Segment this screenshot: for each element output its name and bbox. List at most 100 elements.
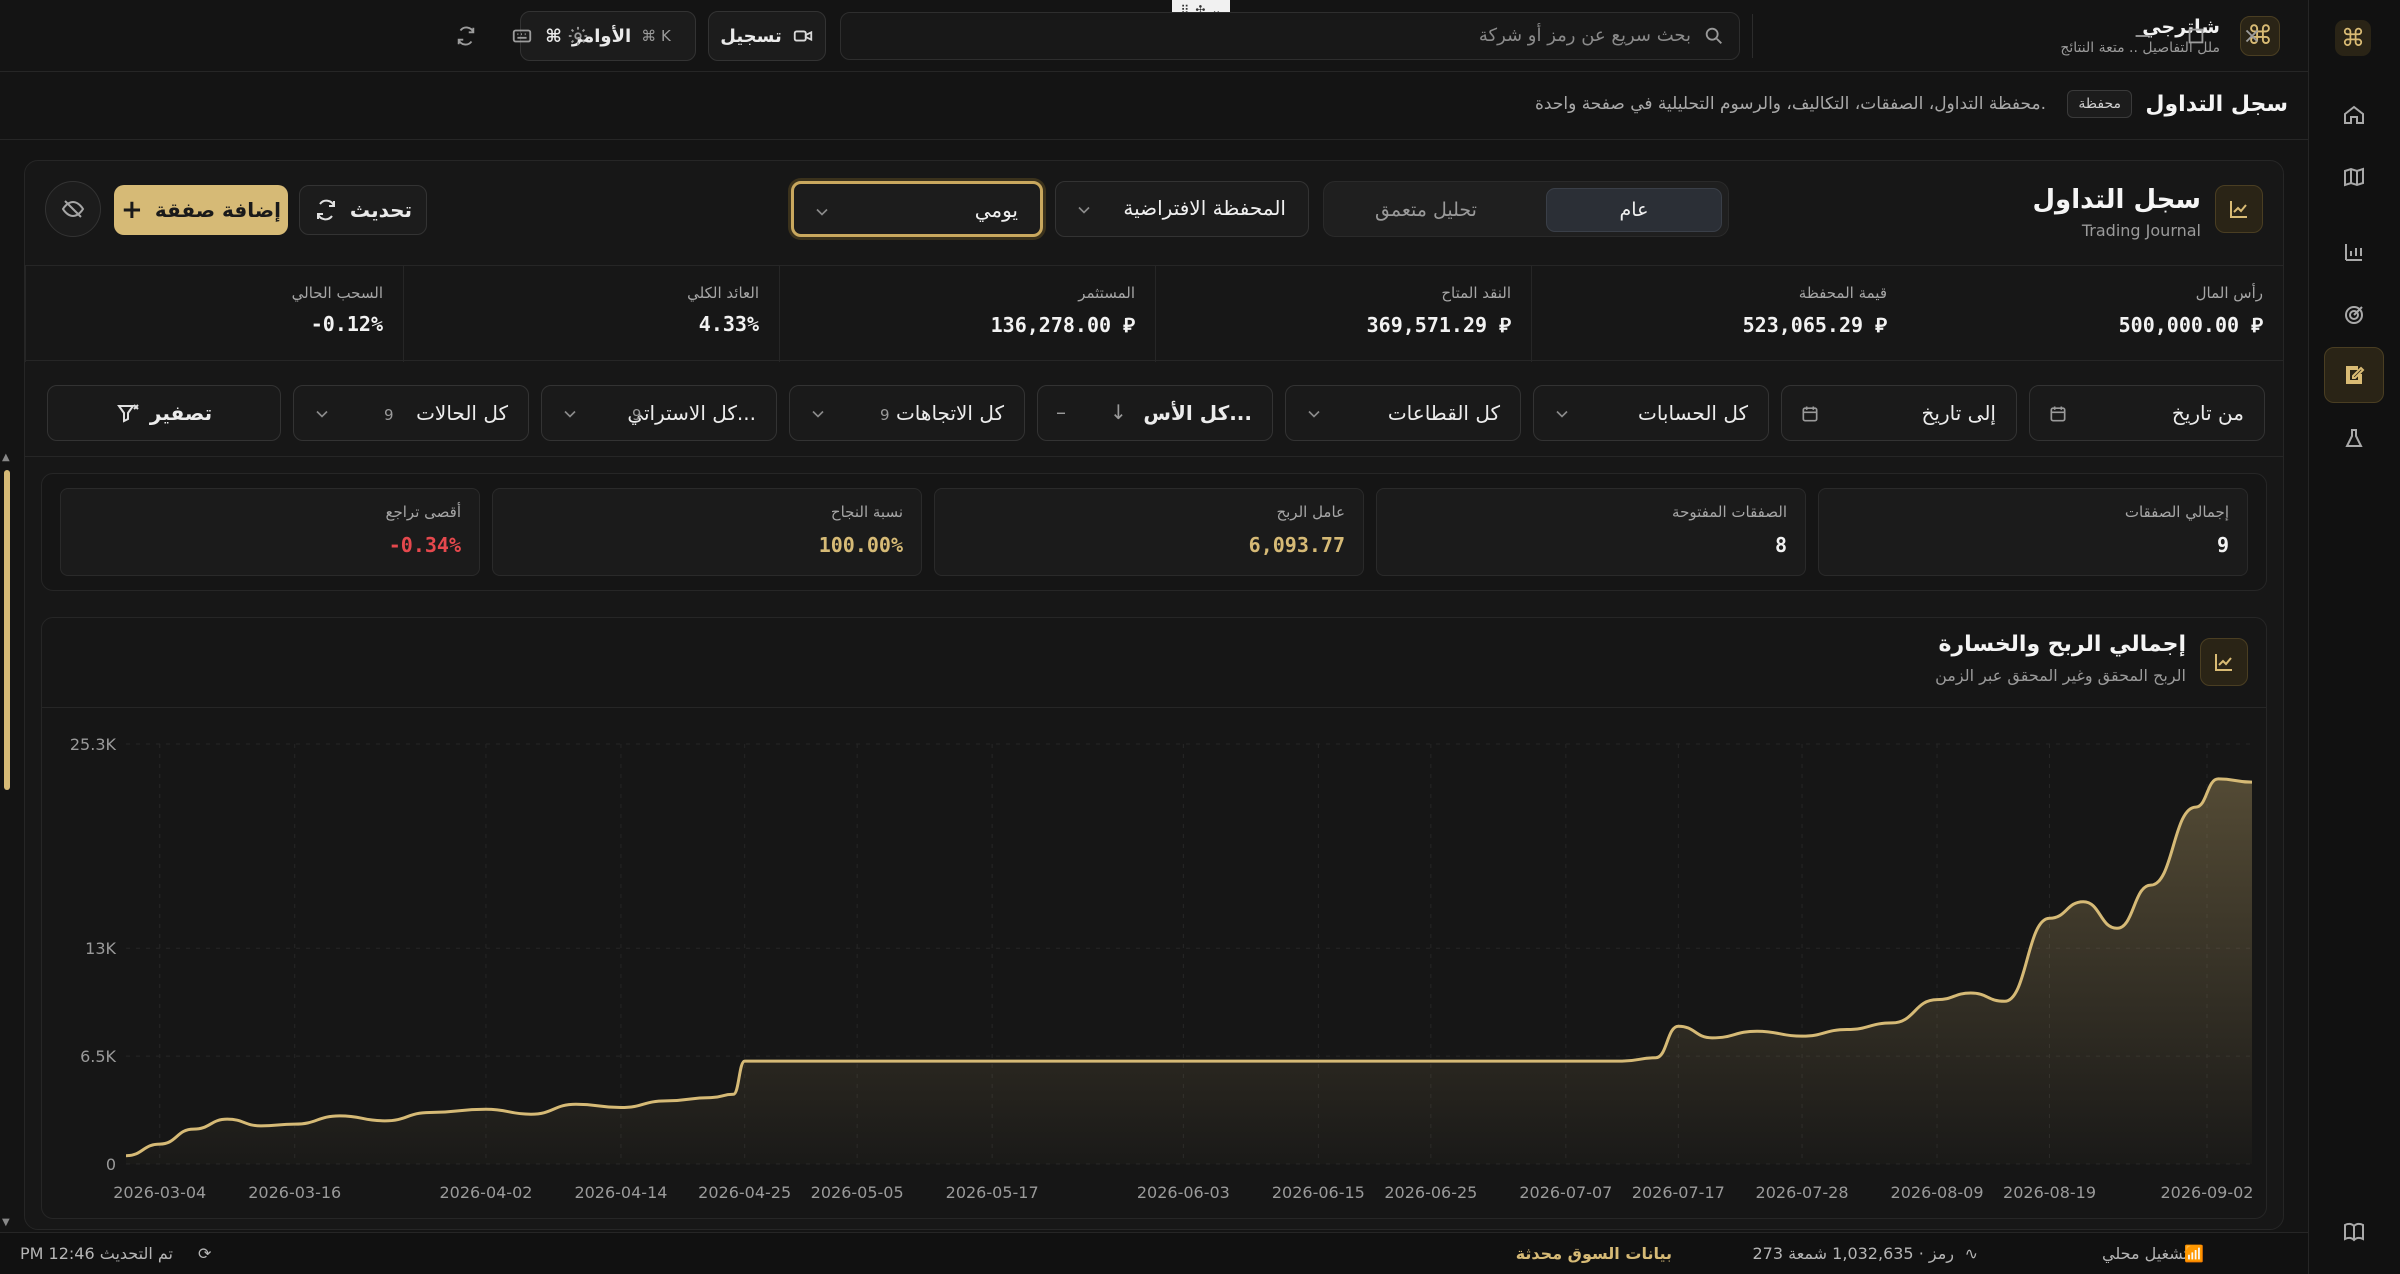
statuses-count: 9: [384, 406, 394, 424]
accounts-filter[interactable]: كل الحسابات: [1533, 385, 1769, 441]
x-tick-label: 2026-04-02: [439, 1183, 532, 1202]
flask-icon[interactable]: [2334, 419, 2374, 459]
commands-button[interactable]: ⌘ الأوامر ⌘ K: [520, 11, 696, 61]
tab-deep-analysis[interactable]: تحليل متعمق: [1338, 188, 1514, 232]
symbols-info: 273 رمز · 1,032,635 شمعة: [1752, 1244, 1955, 1263]
activity-icon: ∿: [1964, 1244, 1978, 1263]
stat-label: العائد الكلي: [687, 284, 759, 302]
calendar-icon: [2050, 406, 2066, 422]
x-tick-label: 2026-06-15: [1272, 1183, 1365, 1202]
sidebar-nav: ⌘: [2308, 0, 2400, 1274]
keyboard-icon[interactable]: [508, 22, 536, 50]
scroll-up-icon[interactable]: ▲: [2, 452, 10, 463]
local-run-status: تشغيل محلي: [2101, 1244, 2188, 1263]
kpi-label: نسبة النجاح: [830, 503, 903, 521]
filters-bar: من تاريخ إلى تاريخ كل الحسابات كل القطاع…: [25, 361, 2283, 457]
x-tick-label: 2026-03-04: [113, 1183, 206, 1202]
refresh-icon[interactable]: ⟳: [198, 1244, 211, 1263]
statuses-filter[interactable]: كل الحالات 9: [293, 385, 529, 441]
kpi-total-trades: إجمالي الصفقات 9: [1818, 488, 2248, 576]
riyal-icon: ⃁: [2251, 313, 2263, 337]
sectors-filter[interactable]: كل القطاعات: [1285, 385, 1521, 441]
record-button[interactable]: تسجيل: [708, 11, 826, 61]
portfolio-select-value: المحفظة الافتراضية: [1123, 196, 1286, 220]
kpi-profit-factor: عامل الربح 6,093.77: [934, 488, 1364, 576]
top-bar: ⠿ ✣ ⌄ ⌘ شاترجي ملل التفاصيل .. متعة النت…: [0, 0, 2308, 72]
reset-filters-button[interactable]: تصفير: [47, 385, 281, 441]
cmd-icon: ⌘: [545, 25, 562, 47]
strategies-count: 9: [632, 406, 642, 424]
kpi-max-drawdown: أقصى تراجع -0.34%: [60, 488, 480, 576]
target-icon[interactable]: [2334, 295, 2374, 335]
stat-total-return: العائد الكلي 4.33%: [403, 266, 779, 362]
strategies-filter[interactable]: كل الاستراتي... 9: [541, 385, 777, 441]
chart-subtitle: الربح المحقق وغير المحقق عبر الزمن: [1935, 666, 2186, 685]
sidebar-logo[interactable]: ⌘: [2335, 20, 2371, 56]
calendar-icon: [1802, 406, 1818, 422]
statuses-filter-label: كل الحالات: [416, 401, 508, 425]
hide-values-button[interactable]: [45, 181, 101, 237]
map-icon[interactable]: [2334, 157, 2374, 197]
to-date-picker[interactable]: إلى تاريخ: [1781, 385, 2017, 441]
home-icon[interactable]: [2334, 95, 2374, 135]
assets-filter[interactable]: كل الأس... ↓ –: [1037, 385, 1273, 441]
directions-filter[interactable]: كل الاتجاهات 9: [789, 385, 1025, 441]
add-trade-label: إضافة صفقة: [154, 198, 281, 222]
maximize-icon[interactable]: [2182, 22, 2210, 50]
stat-value: -0.12%: [310, 312, 383, 336]
pnl-area-fill: [126, 778, 2252, 1164]
x-tick-label: 2026-05-17: [946, 1183, 1039, 1202]
chevron-down-icon: [816, 208, 828, 216]
period-select-value: يومي: [974, 198, 1018, 222]
chevron-down-icon: [564, 410, 576, 418]
x-tick-label: 2026-07-17: [1632, 1183, 1725, 1202]
journal-panel: سجل التداول Trading Journal عام تحليل مت…: [24, 160, 2284, 1230]
portfolio-select[interactable]: المحفظة الافتراضية: [1055, 181, 1309, 237]
kpi-cards: إجمالي الصفقات 9 الصفقات المفتوحة 8 عامل…: [41, 473, 2267, 591]
from-date-picker[interactable]: من تاريخ: [2029, 385, 2265, 441]
refresh-button[interactable]: تحديث: [299, 185, 427, 235]
strategies-filter-label: كل الاستراتي...: [627, 401, 756, 425]
sectors-filter-label: كل القطاعات: [1387, 401, 1500, 425]
minimize-icon[interactable]: [2128, 22, 2156, 50]
kpi-value: -0.34%: [388, 533, 461, 557]
y-tick-label: 13K: [85, 939, 116, 958]
stat-value: 4.33%: [698, 312, 759, 336]
x-tick-label: 2026-04-14: [574, 1183, 667, 1202]
x-tick-label: 2026-03-16: [248, 1183, 341, 1202]
market-data-status: بيانات السوق محدثة: [1515, 1244, 1672, 1263]
wifi-icon: 📶: [2184, 1244, 2204, 1263]
close-icon[interactable]: [2238, 22, 2266, 50]
x-tick-label: 2026-06-25: [1384, 1183, 1477, 1202]
page-tag: محفظة: [2067, 90, 2132, 118]
chart-title: إجمالي الربح والخسارة: [1938, 632, 2186, 657]
journal-edit-icon[interactable]: [2324, 347, 2384, 403]
search-input[interactable]: بحث سريع عن رمز أو شركة: [840, 12, 1740, 60]
kpi-value: 8: [1774, 533, 1787, 557]
page-title: سجل التداول: [2145, 92, 2288, 117]
scrollbar-thumb[interactable]: [4, 470, 10, 790]
book-icon[interactable]: [2334, 1212, 2374, 1252]
stat-capital: رأس المال 500,000.00 ⃁: [1907, 266, 2283, 362]
bar-chart-icon[interactable]: [2334, 232, 2374, 272]
scroll-down-icon[interactable]: ▼: [2, 1217, 10, 1228]
last-updated: PM 12:46 تم التحديث: [20, 1244, 173, 1263]
chevron-down-icon: [1308, 410, 1320, 418]
x-tick-label: 2026-04-25: [698, 1183, 791, 1202]
filter-reset-icon: [116, 404, 139, 423]
directions-count: 9: [880, 406, 890, 424]
pnl-area-chart[interactable]: 0 6.5K 13K 25.3K 2026-03-04 2026-03-16 2026-04…: [42, 708, 2267, 1219]
settings-icon[interactable]: [564, 22, 592, 50]
tab-general[interactable]: عام: [1546, 188, 1722, 232]
kpi-label: أقصى تراجع: [385, 503, 462, 521]
refresh-icon[interactable]: [452, 22, 480, 50]
divider: [1752, 14, 1753, 58]
add-trade-button[interactable]: + إضافة صفقة: [114, 185, 288, 235]
minus-icon[interactable]: –: [1056, 400, 1066, 424]
y-tick-label: 6.5K: [80, 1047, 116, 1066]
y-tick-label: 25.3K: [70, 735, 117, 754]
directions-filter-label: كل الاتجاهات: [895, 401, 1004, 425]
page-scrollbar[interactable]: ▲ ▼: [0, 452, 14, 1228]
stat-value: 369,571.29 ⃁: [1366, 313, 1511, 337]
period-select[interactable]: يومي: [791, 181, 1043, 237]
